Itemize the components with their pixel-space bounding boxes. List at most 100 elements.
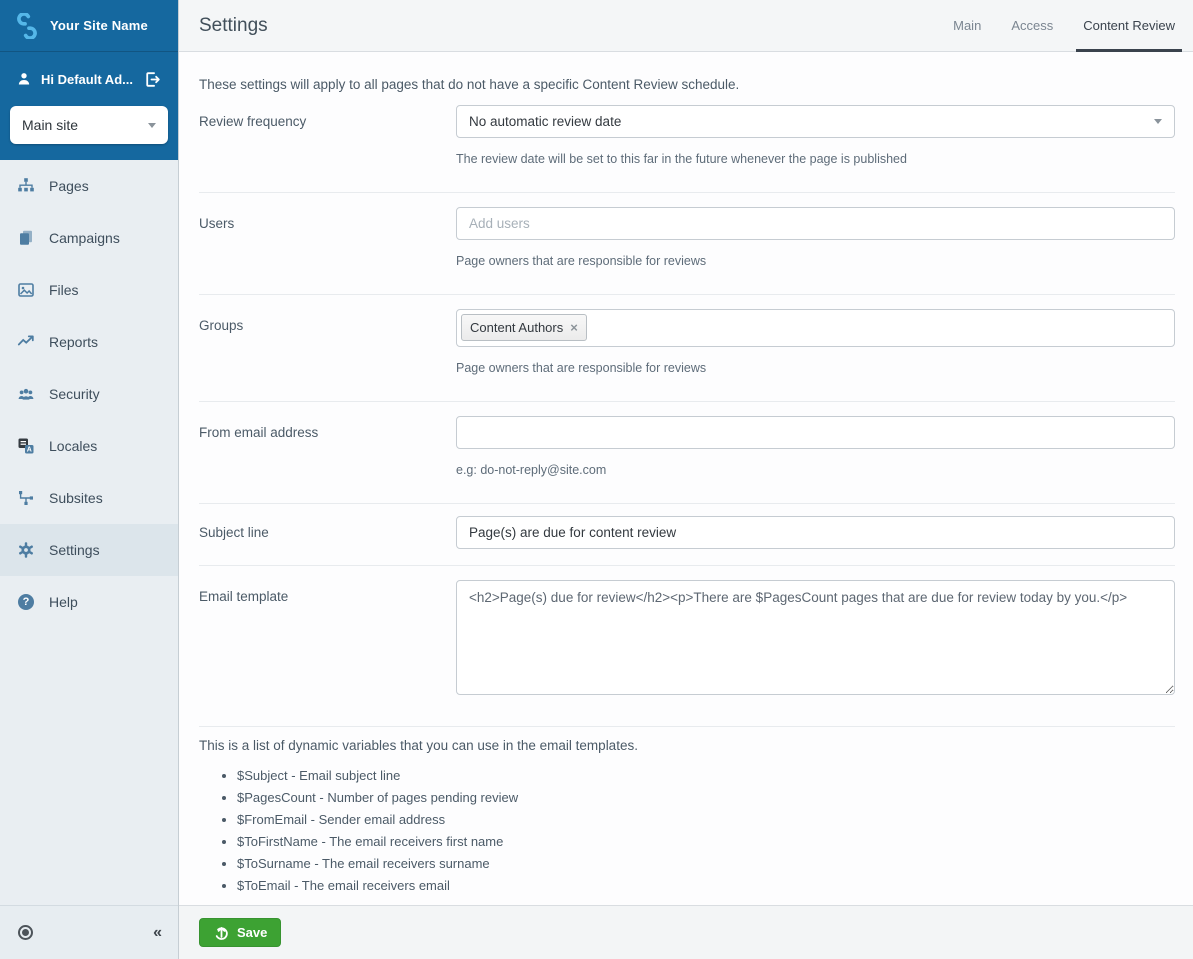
svg-text:A: A xyxy=(27,447,32,454)
site-selector-dropdown[interactable]: Main site xyxy=(10,106,168,144)
sidebar-item-help[interactable]: ? Help xyxy=(0,576,178,628)
review-frequency-value: No automatic review date xyxy=(469,114,1154,129)
users-icon xyxy=(16,385,36,403)
sidebar-item-security[interactable]: Security xyxy=(0,368,178,420)
sidebar-item-campaigns[interactable]: Campaigns xyxy=(0,212,178,264)
variable-item: $ToEmail - The email receivers email xyxy=(237,878,1175,893)
sidebar: Your Site Name Hi Default Ad... xyxy=(0,0,178,959)
groups-field: Content Authors × Page owners that are r… xyxy=(456,309,1175,375)
variables-section: This is a list of dynamic variables that… xyxy=(199,727,1175,893)
variable-item: $ToFirstName - The email receivers first… xyxy=(237,834,1175,849)
page-title: Settings xyxy=(199,15,923,37)
sidebar-item-label: Pages xyxy=(49,178,89,194)
sidebar-item-label: Campaigns xyxy=(49,230,120,246)
form-row-review-frequency: Review frequency No automatic review dat… xyxy=(199,105,1175,193)
subject-input[interactable] xyxy=(456,516,1175,549)
collapse-sidebar-button[interactable]: « xyxy=(153,925,162,941)
logout-button[interactable] xyxy=(143,70,162,89)
sidebar-item-label: Files xyxy=(49,282,79,298)
form-row-email-template: Email template <h2>Page(s) due for revie… xyxy=(199,566,1175,727)
action-bar: Save xyxy=(179,905,1193,959)
from-email-label: From email address xyxy=(199,416,456,477)
sidebar-item-settings[interactable]: Settings xyxy=(0,524,178,576)
sidebar-item-reports[interactable]: Reports xyxy=(0,316,178,368)
gear-icon xyxy=(16,541,36,559)
tab-access[interactable]: Access xyxy=(1011,0,1053,52)
form-row-subject: Subject line xyxy=(199,504,1175,566)
chevron-down-icon xyxy=(148,123,156,128)
logo-icon xyxy=(14,13,40,39)
save-button[interactable]: Save xyxy=(199,918,281,947)
settings-form: These settings will apply to all pages t… xyxy=(179,52,1193,905)
form-row-groups: Groups Content Authors × Page owners tha… xyxy=(199,295,1175,402)
users-field: Page owners that are responsible for rev… xyxy=(456,207,1175,268)
users-label: Users xyxy=(199,207,456,268)
variable-item: $FromEmail - Sender email address xyxy=(237,812,1175,827)
sidebar-header: Your Site Name Hi Default Ad... xyxy=(0,0,178,160)
sidebar-item-label: Settings xyxy=(49,542,100,558)
line-chart-icon xyxy=(16,333,36,351)
image-icon xyxy=(16,281,36,299)
variable-item: $Subject - Email subject line xyxy=(237,768,1175,783)
site-selector-value: Main site xyxy=(22,117,148,133)
variable-item: $ToSurname - The email receivers surname xyxy=(237,856,1175,871)
review-frequency-help: The review date will be set to this far … xyxy=(456,152,1175,166)
email-template-label: Email template xyxy=(199,580,456,700)
form-intro: These settings will apply to all pages t… xyxy=(199,52,1175,105)
user-row: Hi Default Ad... xyxy=(0,52,178,106)
save-label: Save xyxy=(237,925,267,940)
group-tag: Content Authors × xyxy=(461,314,587,341)
network-icon xyxy=(16,489,36,507)
sidebar-item-label: Locales xyxy=(49,438,97,454)
main-panel: Settings Main Access Content Review Thes… xyxy=(178,0,1193,959)
from-email-input[interactable] xyxy=(456,416,1175,449)
sidebar-item-locales[interactable]: A Locales xyxy=(0,420,178,472)
variables-list: $Subject - Email subject line $PagesCoun… xyxy=(237,768,1175,893)
sidebar-item-label: Subsites xyxy=(49,490,103,506)
sidebar-item-pages[interactable]: Pages xyxy=(0,160,178,212)
brand: Your Site Name xyxy=(0,0,178,52)
form-row-users: Users Page owners that are responsible f… xyxy=(199,193,1175,295)
groups-input[interactable]: Content Authors × xyxy=(456,309,1175,347)
email-template-field: <h2>Page(s) due for review</h2><p>There … xyxy=(456,580,1175,700)
variable-item: $PagesCount - Number of pages pending re… xyxy=(237,790,1175,805)
review-frequency-field: No automatic review date The review date… xyxy=(456,105,1175,166)
sidebar-item-label: Help xyxy=(49,594,78,610)
users-input[interactable] xyxy=(456,207,1175,240)
groups-label: Groups xyxy=(199,309,456,375)
groups-help: Page owners that are responsible for rev… xyxy=(456,361,1175,375)
form-row-from-email: From email address e.g: do-not-reply@sit… xyxy=(199,402,1175,504)
group-tag-label: Content Authors xyxy=(470,320,563,335)
email-template-textarea[interactable]: <h2>Page(s) due for review</h2><p>There … xyxy=(456,580,1175,695)
user-icon xyxy=(16,71,32,87)
variables-intro: This is a list of dynamic variables that… xyxy=(199,738,1175,753)
tab-main[interactable]: Main xyxy=(953,0,981,52)
help-icon: ? xyxy=(16,594,36,610)
sidebar-footer: « xyxy=(0,905,178,959)
review-frequency-select[interactable]: No automatic review date xyxy=(456,105,1175,138)
remove-tag-icon[interactable]: × xyxy=(570,321,578,334)
tab-content-review[interactable]: Content Review xyxy=(1083,0,1175,52)
site-name: Your Site Name xyxy=(50,18,148,33)
sidebar-item-label: Security xyxy=(49,386,100,402)
logout-icon xyxy=(143,70,162,89)
user-greeting: Hi Default Ad... xyxy=(41,72,134,87)
status-indicator-icon xyxy=(18,925,33,940)
translate-icon: A xyxy=(16,437,36,455)
users-help: Page owners that are responsible for rev… xyxy=(456,254,1175,268)
review-frequency-label: Review frequency xyxy=(199,105,456,166)
app-window: Your Site Name Hi Default Ad... xyxy=(0,0,1193,959)
from-email-field: e.g: do-not-reply@site.com xyxy=(456,416,1175,477)
upload-icon xyxy=(213,924,230,941)
sidebar-item-files[interactable]: Files xyxy=(0,264,178,316)
subject-label: Subject line xyxy=(199,516,456,549)
main-header: Settings Main Access Content Review xyxy=(179,0,1193,52)
sitemap-icon xyxy=(16,177,36,195)
chevron-down-icon xyxy=(1154,119,1162,124)
subject-field xyxy=(456,516,1175,549)
sidebar-item-label: Reports xyxy=(49,334,98,350)
from-email-help: e.g: do-not-reply@site.com xyxy=(456,463,1175,477)
sidebar-item-subsites[interactable]: Subsites xyxy=(0,472,178,524)
tab-bar: Main Access Content Review xyxy=(923,0,1175,52)
sidebar-nav: Pages Campaigns xyxy=(0,160,178,628)
